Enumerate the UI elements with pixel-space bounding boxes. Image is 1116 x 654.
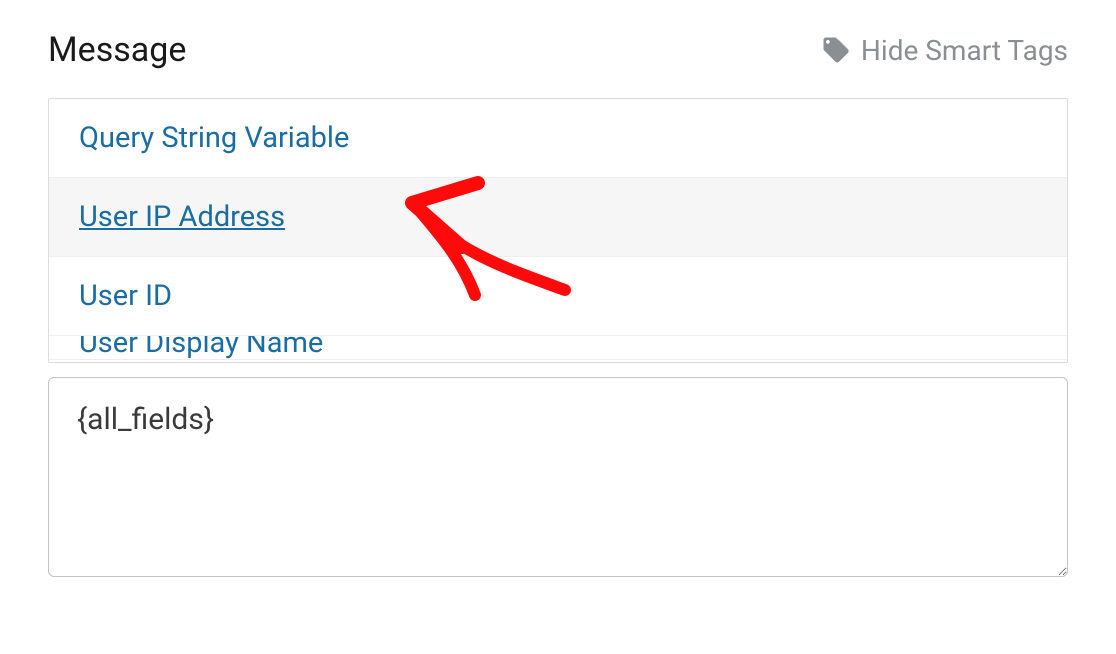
smart-tag-item-user-ip[interactable]: User IP Address bbox=[49, 178, 1067, 257]
smart-tag-link[interactable]: Query String Variable bbox=[79, 121, 349, 155]
hide-smart-tags-toggle[interactable]: Hide Smart Tags bbox=[821, 34, 1068, 67]
smart-tag-item-user-id[interactable]: User ID bbox=[49, 257, 1067, 336]
smart-tag-link[interactable]: User IP Address bbox=[79, 200, 285, 234]
smart-tag-item-user-display-name[interactable]: User Display Name bbox=[49, 336, 1067, 360]
smart-tag-link[interactable]: User Display Name bbox=[79, 336, 323, 351]
tags-icon bbox=[821, 35, 851, 65]
hide-smart-tags-label: Hide Smart Tags bbox=[861, 34, 1068, 67]
smart-tags-list[interactable]: Query String Variable User IP Address Us… bbox=[48, 98, 1068, 363]
message-section-title: Message bbox=[48, 30, 186, 70]
smart-tag-link[interactable]: User ID bbox=[79, 279, 172, 313]
message-header-row: Message Hide Smart Tags bbox=[48, 30, 1068, 70]
smart-tag-item-query-string[interactable]: Query String Variable bbox=[49, 99, 1067, 178]
message-textarea[interactable] bbox=[48, 377, 1068, 577]
